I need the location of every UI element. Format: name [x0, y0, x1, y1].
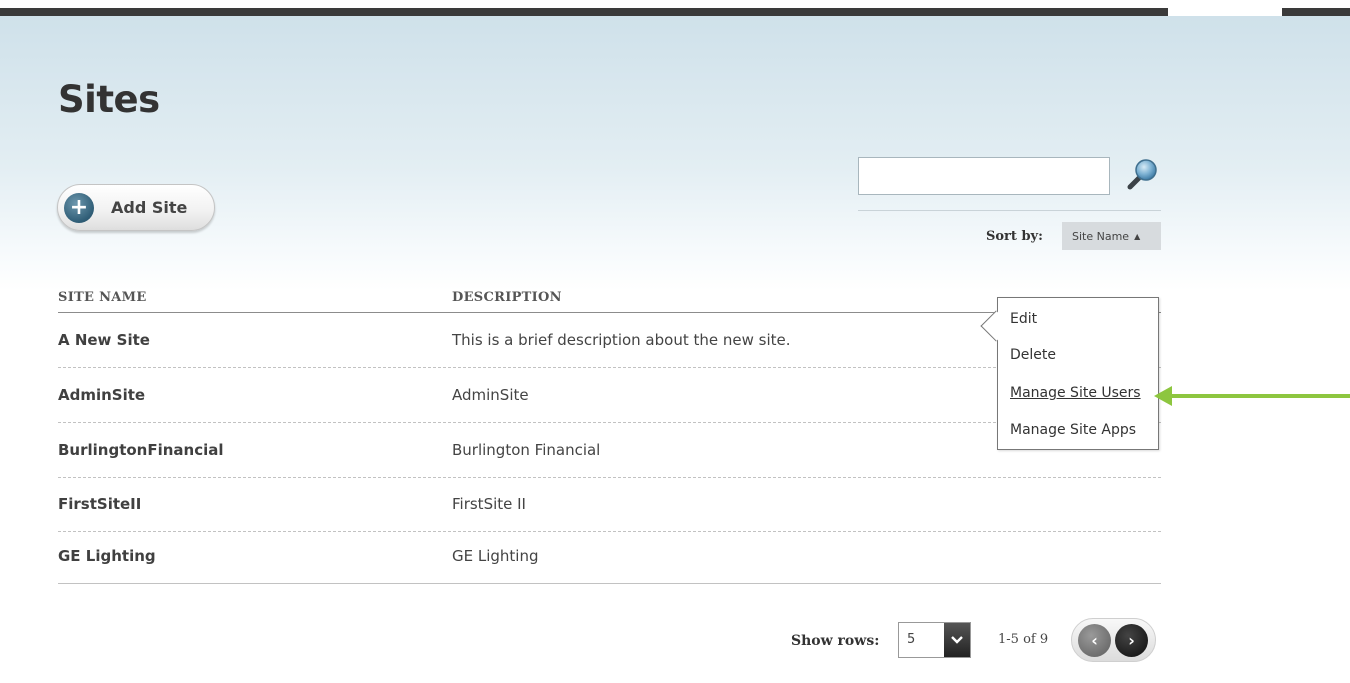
rows-per-page-value: 5	[907, 632, 916, 647]
magnifier-icon[interactable]	[1124, 157, 1160, 193]
sort-label: Sort by:	[986, 229, 1043, 244]
table-row[interactable]: GE Lighting GE Lighting	[58, 529, 1161, 584]
search-input[interactable]	[858, 157, 1110, 195]
column-header-site-name[interactable]: SITE NAME	[58, 290, 147, 305]
sort-value: Site Name	[1072, 229, 1130, 243]
menu-item-edit[interactable]: Edit	[1010, 311, 1038, 327]
sort-caret-icon: ▲	[1134, 231, 1141, 241]
menu-item-delete[interactable]: Delete	[1010, 347, 1056, 363]
column-header-description[interactable]: DESCRIPTION	[452, 290, 562, 305]
top-bar	[0, 0, 1350, 17]
site-description: Burlington Financial	[452, 441, 601, 459]
sort-select[interactable]: Site Name ▲	[1062, 222, 1161, 250]
menu-item-manage-site-apps[interactable]: Manage Site Apps	[1010, 422, 1137, 438]
page-title: Sites	[58, 78, 160, 121]
show-rows-label: Show rows:	[791, 633, 880, 649]
site-name-link[interactable]: GE Lighting	[58, 547, 156, 565]
site-name-link[interactable]: FirstSiteII	[58, 495, 141, 513]
table-row[interactable]: AdminSite AdminSite	[58, 368, 1161, 423]
site-description: This is a brief description about the ne…	[452, 331, 791, 349]
site-name-link[interactable]: AdminSite	[58, 386, 145, 404]
page-range: 1-5 of 9	[998, 632, 1049, 647]
menu-item-manage-site-users[interactable]: Manage Site Users	[1010, 385, 1141, 401]
rows-per-page-select[interactable]: 5	[898, 622, 971, 658]
table-row[interactable]: BurlingtonFinancial Burlington Financial	[58, 423, 1161, 478]
site-name-link[interactable]: BurlingtonFinancial	[58, 441, 224, 459]
site-description: AdminSite	[452, 386, 529, 404]
chevron-down-icon[interactable]	[944, 623, 970, 657]
add-site-button[interactable]: + Add Site	[57, 184, 215, 231]
table-row[interactable]: FirstSiteII FirstSite II	[58, 477, 1161, 532]
plus-circle-icon: +	[64, 192, 94, 223]
row-context-menu: Edit Delete Manage Site Users Manage Sit…	[980, 297, 1159, 450]
chevron-right-icon[interactable]: ›	[1115, 624, 1148, 657]
arrow-left-icon	[1154, 386, 1350, 406]
chevron-left-icon[interactable]: ‹	[1078, 624, 1111, 657]
add-site-label: Add Site	[111, 198, 188, 217]
site-description: FirstSite II	[452, 495, 526, 513]
site-name-link[interactable]: A New Site	[58, 331, 150, 349]
search-divider	[858, 210, 1161, 211]
site-description: GE Lighting	[452, 547, 539, 565]
pager: ‹ ›	[1071, 618, 1156, 662]
